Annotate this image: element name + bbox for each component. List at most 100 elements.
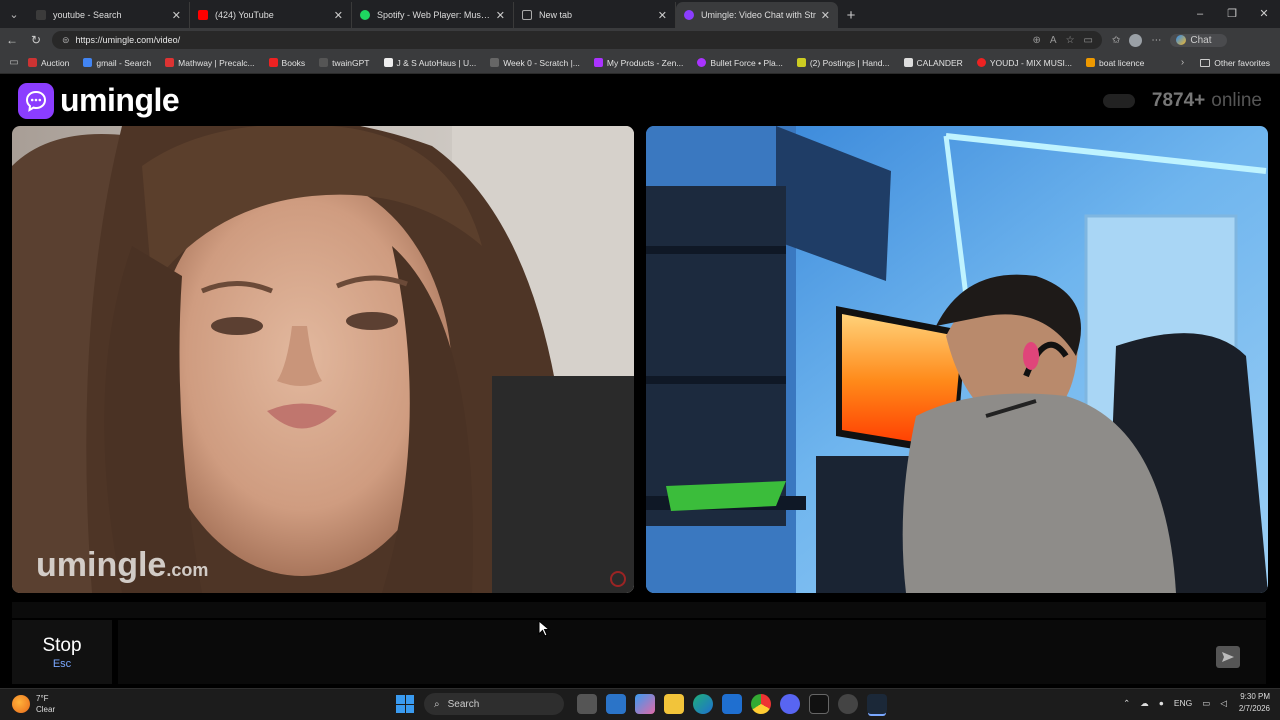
sidebar-toggle-icon[interactable]: ▭ [0, 57, 28, 68]
restore-icon[interactable]: ❐ [1216, 0, 1248, 28]
umingle-watermark: umingle.com [36, 546, 208, 585]
tab-label: youtube - Search [53, 10, 122, 20]
close-icon[interactable]: ✕ [172, 9, 181, 22]
bookmark-icon [1085, 58, 1095, 67]
copilot-app-icon[interactable] [634, 694, 655, 714]
clock-time: 9:30 PM [1240, 692, 1270, 701]
umingle-page: umingle 7874+ online umingle.com Stop Es… [0, 75, 1280, 688]
self-video [646, 126, 1268, 593]
stop-button[interactable]: Stop Esc [12, 620, 112, 684]
tab-umingle[interactable]: Umingle: Video Chat with Str ✕ [676, 2, 838, 28]
read-aloud-icon[interactable]: A [1050, 35, 1057, 46]
bookmark-label: Bullet Force • Pla... [710, 57, 783, 68]
capcut-icon[interactable] [808, 694, 829, 714]
bookmark-item[interactable]: CALANDER [903, 58, 963, 68]
message-input[interactable] [118, 620, 1266, 684]
spotify-icon [360, 10, 370, 20]
bookmark-icon [319, 58, 329, 67]
weather-widget[interactable]: 7°F Clear [12, 693, 55, 715]
file-explorer-icon[interactable] [663, 694, 684, 714]
reload-icon[interactable]: ↻ [24, 33, 48, 47]
volume-icon[interactable]: ◁ [1220, 698, 1227, 709]
bookmark-item[interactable]: YOUDJ - MIX MUSI... [976, 58, 1072, 68]
steam-icon[interactable] [866, 694, 887, 714]
copilot-chat-button[interactable]: Chat [1170, 33, 1227, 47]
tab-youtube[interactable]: (424) YouTube ✕ [190, 2, 352, 28]
address-bar[interactable]: ⊜ https://umingle.com/video/ ⊕ A ☆ ▭ [52, 31, 1102, 49]
taskbar-search[interactable]: ⌕ Search [424, 693, 564, 715]
bookmark-item[interactable]: boat licence [1085, 57, 1145, 68]
zoom-icon[interactable]: ⊕ [1033, 35, 1041, 46]
watermark-suffix: .com [166, 560, 209, 580]
back-icon[interactable]: ← [0, 33, 24, 47]
close-icon[interactable]: ✕ [334, 9, 343, 22]
task-view-icon[interactable] [576, 694, 597, 714]
chevron-right-icon[interactable]: › [1181, 57, 1184, 68]
browser-toolbar: ← ↻ ⊜ https://umingle.com/video/ ⊕ A ☆ ▭… [0, 28, 1280, 52]
chevron-up-icon[interactable]: ⌃ [1123, 698, 1130, 709]
stranger-video-frame [12, 126, 634, 593]
bookmark-item[interactable]: (2) Postings | Hand... [796, 58, 890, 68]
clock[interactable]: 9:30 PM 2/7/2026 [1239, 691, 1270, 715]
store-icon[interactable] [605, 694, 626, 714]
app-icon[interactable] [837, 694, 858, 714]
favorites-icon[interactable]: ✩ [1112, 35, 1120, 46]
bookmark-icon [268, 58, 278, 67]
tab-new-tab[interactable]: New tab ✕ [514, 2, 676, 28]
language-indicator[interactable]: ENG [1174, 698, 1192, 708]
tab-spotify[interactable]: Spotify - Web Player: Music for ev ✕ [352, 2, 514, 28]
bookmark-icon [28, 58, 37, 67]
bookmark-item[interactable]: Bullet Force • Pla... [697, 57, 783, 68]
bookmark-icon [490, 58, 500, 67]
favorite-star-icon[interactable]: ☆ [1066, 35, 1075, 46]
bookmark-label: boat licence [1098, 57, 1145, 68]
bookmark-label: Week 0 - Scratch |... [503, 57, 580, 68]
other-favorites[interactable]: Other favorites [1200, 58, 1270, 68]
network-icon[interactable]: ▭ [1202, 698, 1210, 709]
onedrive-icon[interactable]: ☁ [1140, 698, 1149, 709]
bookmark-item[interactable]: Week 0 - Scratch |... [490, 58, 580, 68]
discord-icon[interactable] [779, 694, 800, 714]
outlook-icon[interactable] [721, 694, 742, 714]
chat-log [12, 602, 1266, 618]
bookmark-label: Books [281, 57, 306, 68]
edge-icon[interactable] [692, 694, 713, 714]
tab-label: New tab [539, 10, 573, 20]
report-icon[interactable] [610, 571, 626, 587]
more-menu-icon[interactable]: ⋯ [1151, 35, 1161, 46]
profile-avatar[interactable] [1129, 33, 1143, 47]
online-label: online [1211, 90, 1262, 111]
bookmark-item[interactable]: Books [268, 57, 306, 68]
close-icon[interactable]: ✕ [658, 9, 667, 22]
bookmark-item[interactable]: gmail - Search [83, 58, 151, 68]
microphone-icon[interactable]: ● [1159, 698, 1164, 708]
bookmark-item[interactable]: twainGPT [319, 58, 370, 68]
send-icon[interactable] [1216, 646, 1240, 668]
close-icon[interactable]: ✕ [821, 9, 830, 22]
chrome-icon[interactable] [750, 694, 771, 714]
minimize-icon[interactable]: – [1184, 0, 1216, 28]
close-window-icon[interactable]: ✕ [1248, 0, 1280, 28]
bookmarks-bar: ▭ Auction gmail - Search Mathway | Preca… [0, 52, 1280, 74]
tab-search-icon[interactable]: ⌄ [0, 0, 28, 28]
search-icon: ⌕ [434, 698, 440, 710]
mouse-cursor-icon [538, 620, 551, 637]
bookmark-item[interactable]: Mathway | Precalc... [165, 58, 255, 68]
umingle-logo[interactable]: umingle [18, 82, 180, 119]
site-info-icon[interactable]: ⊜ [62, 35, 70, 46]
new-tab-button[interactable]: + [838, 2, 864, 28]
window-controls: – ❐ ✕ [1184, 0, 1280, 28]
close-icon[interactable]: ✕ [496, 9, 505, 22]
bookmark-item[interactable]: Auction [28, 58, 69, 68]
online-indicator: 7874+ online [1102, 90, 1262, 112]
bookmark-item[interactable]: My Products - Zen... [593, 58, 683, 68]
split-screen-icon[interactable]: ▭ [1084, 35, 1093, 46]
bookmark-icon [83, 58, 93, 67]
bookmark-item[interactable]: J & S AutoHaus | U... [383, 58, 476, 68]
theme-toggle[interactable] [1102, 94, 1135, 108]
page-icon [522, 10, 532, 20]
windows-start-icon[interactable] [396, 695, 414, 713]
chat-label: Chat [1190, 34, 1212, 46]
tab-youtube-search[interactable]: youtube - Search ✕ [28, 2, 190, 28]
clock-date: 2/7/2026 [1238, 704, 1270, 713]
